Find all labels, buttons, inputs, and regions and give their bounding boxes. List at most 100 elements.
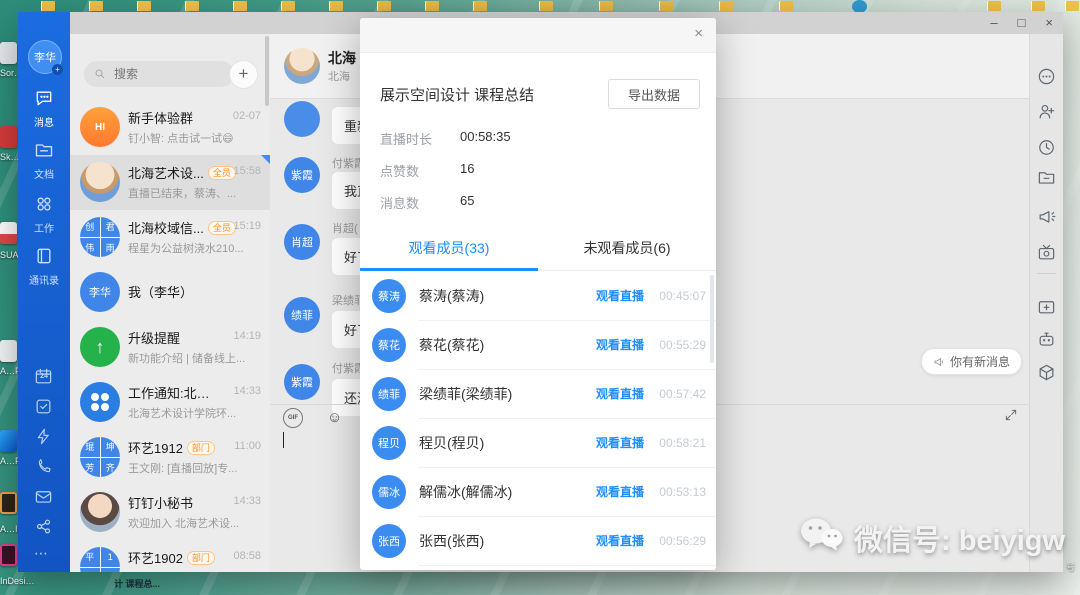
live-video-icon[interactable] [1037,243,1056,262]
desktop-folder-icon[interactable] [186,1,199,11]
search-input[interactable] [112,66,206,82]
minimize-button[interactable]: – [990,12,997,34]
chat-preview: 李柏华 做园了，多消息 [128,570,260,572]
tab-unwatched-members[interactable]: 未观看成员(6) [538,229,716,270]
member-row[interactable]: 绩菲 梁绩菲(梁绩菲) 观看直播 00:57:42 [360,369,716,418]
group-avatar[interactable] [284,48,320,84]
watch-live-link[interactable]: 观看直播 [596,434,644,451]
desktop-folder-icon[interactable] [600,1,613,11]
lightning-icon[interactable] [34,427,54,447]
announcement-icon[interactable] [1037,207,1056,226]
desktop-folder-icon[interactable] [780,1,793,11]
member-row[interactable]: 蔡花 蔡花(蔡花) 观看直播 00:55:29 [360,320,716,369]
desktop-folder-icon[interactable] [474,1,487,11]
dialog-close-icon[interactable]: × [694,26,703,41]
nav-item-messages[interactable]: 消息 [18,88,70,129]
desktop-folder-icon[interactable] [1066,1,1079,11]
user-avatar[interactable]: 李华 + [28,40,62,74]
desktop-folder-icon[interactable] [282,1,295,11]
tab-watched-members[interactable]: 观看成员(33) [360,229,538,270]
export-data-button[interactable]: 导出数据 [608,79,700,109]
history-clock-icon[interactable] [1037,138,1056,157]
avatar[interactable]: 绩菲 [284,297,320,333]
desktop-shortcut-icon[interactable] [0,340,17,362]
desktop-shortcut-icon[interactable] [0,222,17,244]
desktop-folder-icon[interactable] [426,1,439,11]
desktop-file-label[interactable]: 计 课程总... [114,577,184,590]
chat-name: 北海校域信... [128,218,204,237]
chat-list-item[interactable]: 工作通知:北海艺... 14:33 北海艺术设计学院环... [70,375,270,430]
avatar: 平111 [80,547,120,572]
chat-list-item[interactable]: 钉钉小秘书 14:33 欢迎加入 北海艺术设... [70,485,270,540]
desktop-folder-icon[interactable] [720,1,733,11]
avatar [80,162,120,202]
chat-list-item[interactable]: ↑ 升级提醒 14:19 新功能介绍 | 储备线上... [70,320,270,375]
chat-list-scrollbar[interactable] [265,36,269,106]
avatar: 蔡花 [372,328,406,362]
avatar[interactable]: 紫霞 [284,364,320,400]
nav-item-work[interactable]: 工作 [18,194,70,235]
watch-live-link[interactable]: 观看直播 [596,483,644,500]
desktop-shortcut-icon[interactable] [0,42,17,64]
avatar[interactable] [284,101,320,137]
chat-list-item[interactable]: 李华 我（李华） [70,265,270,320]
folder-icon[interactable] [1037,168,1056,187]
add-member-icon[interactable] [1037,102,1056,121]
desktop-folder-icon[interactable] [234,1,247,11]
member-row[interactable]: 儒冰 解儒冰(解儒冰) 观看直播 00:53:13 [360,467,716,516]
desktop-folder-icon[interactable] [378,1,391,11]
desktop-shortcut-icon[interactable] [0,544,17,566]
avatar[interactable]: 肖超 [284,224,320,260]
share-network-icon[interactable] [34,517,54,537]
chat-list-item[interactable]: 琨坤芳齐 环艺1912部门 11:00 王文刚: [直播回放]专... [70,430,270,485]
desktop-folder-icon[interactable] [42,1,55,11]
gif-icon[interactable]: GIF [283,408,303,428]
watch-duration: 00:53:13 [652,485,706,499]
cube-plus-icon[interactable] [1037,363,1056,382]
mail-icon[interactable] [34,487,54,507]
phone-icon[interactable] [34,457,54,477]
robot-icon[interactable] [1037,330,1056,349]
camera-plus-icon[interactable] [1037,297,1056,316]
desktop-folder-icon[interactable] [330,1,343,11]
desktop-folder-icon[interactable] [138,1,151,11]
calendar-icon[interactable]: 24 [34,367,54,387]
more-circle-icon[interactable] [1037,67,1056,86]
nav-item-contacts[interactable]: 通讯录 [18,246,70,287]
desktop-shortcut-icon[interactable] [0,492,17,514]
member-list-scrollbar[interactable] [710,275,714,363]
desktop-folder-icon[interactable] [660,1,673,11]
close-button[interactable]: × [1045,12,1053,34]
chat-list-item[interactable]: HI 新手体验群 02-07 钉小智: 点击试一试😄 [70,100,270,155]
add-chat-button[interactable]: + [229,60,258,89]
chat-list-item[interactable]: 北海艺术设...全员 15:58 直播已结束，蔡涛、... [70,155,270,210]
desktop-folder-icon[interactable] [90,1,103,11]
search-icon [94,68,106,80]
avatar[interactable]: 紫霞 [284,157,320,193]
member-row[interactable]: 蔡涛 蔡涛(蔡涛) 观看直播 00:45:07 [360,271,716,320]
new-message-pill[interactable]: 你有新消息 [921,348,1022,375]
desktop-folder-icon[interactable] [1032,1,1045,11]
todo-check-icon[interactable] [34,397,54,417]
watermark: 微信号: beiyigw [798,516,1065,559]
member-row[interactable]: 程贝 程贝(程贝) 观看直播 00:58:21 [360,418,716,467]
nav-item-docs[interactable]: 文档 [18,140,70,181]
nav-rail: 李华 + 消息 文档 工作 通讯录 24 [18,12,70,572]
watch-live-link[interactable]: 观看直播 [596,532,644,549]
desktop-folder-icon[interactable] [988,1,1001,11]
member-row[interactable]: 张萌 张萌(张萌) 观看直播 00:52:41 [360,565,716,570]
desktop-folder-icon[interactable] [540,1,553,11]
desktop-shortcut-icon[interactable] [0,126,17,148]
watch-live-link[interactable]: 观看直播 [596,287,644,304]
watch-live-link[interactable]: 观看直播 [596,336,644,353]
emoji-icon[interactable]: ☺ [327,409,342,426]
more-icon[interactable]: ⋯ [34,545,54,565]
watch-live-link[interactable]: 观看直播 [596,385,644,402]
desktop-shortcut-icon[interactable] [0,430,17,452]
member-row[interactable]: 张西 张西(张西) 观看直播 00:56:29 [360,516,716,565]
chat-list-item[interactable]: 创君伟雨 北海校域信...全员 15:19 程星为公益树浇水210... [70,210,270,265]
expand-input-icon[interactable] [1004,408,1018,422]
search-input-wrap[interactable] [84,61,234,87]
maximize-button[interactable]: □ [1018,12,1026,34]
chat-list-item[interactable]: 平111 环艺1902部门 08:58 李柏华 做园了，多消息 [70,540,270,572]
